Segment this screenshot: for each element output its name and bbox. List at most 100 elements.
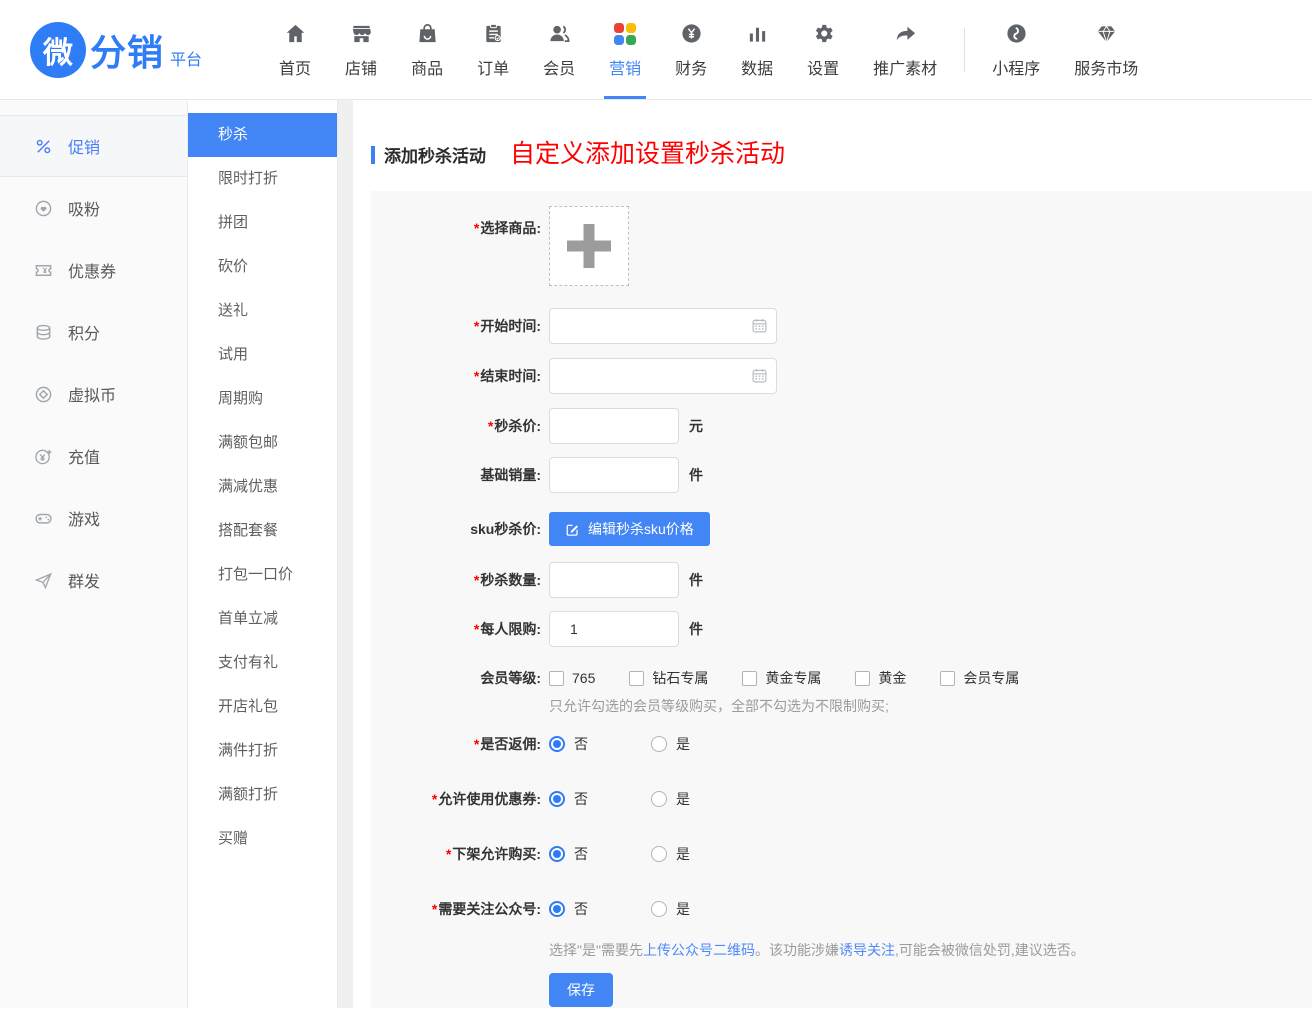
radio-option[interactable]: 是 xyxy=(651,734,690,754)
per-user-limit-input[interactable] xyxy=(549,611,679,647)
points-icon xyxy=(34,322,54,342)
nav-item-orders[interactable]: 订单 xyxy=(460,0,526,99)
sidebar-item-virtual-coin[interactable]: 虚拟币 xyxy=(0,363,187,425)
submenu-item[interactable]: 首单立减 xyxy=(188,597,337,641)
radio-option[interactable]: 否 xyxy=(549,899,588,919)
sidebar-item-game[interactable]: 游戏 xyxy=(0,487,187,549)
sidebar-item-fans[interactable]: 吸粉 xyxy=(0,177,187,239)
submenu-item[interactable]: 满减优惠 xyxy=(188,465,337,509)
checkbox-icon[interactable] xyxy=(855,671,870,686)
radio-option[interactable]: 是 xyxy=(651,844,690,864)
member-level-option[interactable]: 黄金专属 xyxy=(742,668,821,688)
submenu-item[interactable]: 试用 xyxy=(188,333,337,377)
brand-logo[interactable]: 微 分销 平台 xyxy=(30,22,202,78)
submenu-item[interactable]: 打包一口价 xyxy=(188,553,337,597)
edit-sku-price-button[interactable]: 编辑秒杀sku价格 xyxy=(549,512,710,546)
radio-icon[interactable] xyxy=(549,791,565,807)
radio-option[interactable]: 是 xyxy=(651,899,690,919)
seckill-qty-input[interactable] xyxy=(549,562,679,598)
submenu-item[interactable]: 开店礼包 xyxy=(188,685,337,729)
sku-field-label: sku秒杀价: xyxy=(371,519,541,539)
page-annotation: 自定义添加设置秒杀活动 xyxy=(510,142,785,167)
submenu-item[interactable]: 搭配套餐 xyxy=(188,509,337,553)
sidebar-item-points[interactable]: 积分 xyxy=(0,301,187,363)
checkbox-label: 黄金专属 xyxy=(765,668,821,688)
submenu-item[interactable]: 买赠 xyxy=(188,817,337,861)
nav-item-home[interactable]: 首页 xyxy=(262,0,328,99)
qr-hint-text: 选择"是"需要先 xyxy=(549,942,643,958)
radio-option[interactable]: 否 xyxy=(549,844,588,864)
form-row-per-user-limit: *每人限购: 件 xyxy=(371,611,1312,647)
checkbox-icon[interactable] xyxy=(629,671,644,686)
submenu-item[interactable]: 周期购 xyxy=(188,377,337,421)
end-time-input[interactable] xyxy=(549,358,777,394)
label-text: sku秒杀价: xyxy=(470,521,541,537)
select-product-upload[interactable] xyxy=(549,206,629,286)
submenu-item[interactable]: 砍价 xyxy=(188,245,337,289)
form-row-start-time: *开始时间: xyxy=(371,308,1312,344)
base-sales-input[interactable] xyxy=(549,457,679,493)
gamepad-icon xyxy=(34,508,54,528)
nav-item-data[interactable]: 数据 xyxy=(724,0,790,99)
start-time-input[interactable] xyxy=(549,308,777,344)
member-level-option[interactable]: 会员专属 xyxy=(940,668,1019,688)
radio-option[interactable]: 否 xyxy=(549,734,588,754)
submenu-item[interactable]: 秒杀 xyxy=(188,113,337,157)
radio-label: 否 xyxy=(574,789,588,809)
radio-icon[interactable] xyxy=(651,736,667,752)
nav-item-members[interactable]: 会员 xyxy=(526,0,592,99)
radio-icon[interactable] xyxy=(549,736,565,752)
member-level-option[interactable]: 765 xyxy=(549,670,595,686)
sidebar-item-broadcast[interactable]: 群发 xyxy=(0,549,187,611)
radio-icon[interactable] xyxy=(549,901,565,917)
nav-item-promo-material[interactable]: 推广素材 xyxy=(856,0,954,99)
submenu-item[interactable]: 满额打折 xyxy=(188,773,337,817)
seckill-price-input[interactable] xyxy=(549,408,679,444)
nav-item-marketing[interactable]: 营销 xyxy=(592,0,658,99)
submenu-item[interactable]: 送礼 xyxy=(188,289,337,333)
qr-hint-link[interactable]: 上传公众号二维码 xyxy=(643,942,755,958)
primary-sidebar: 促销吸粉优惠券积分虚拟币充值游戏群发 xyxy=(0,100,188,1008)
checkbox-icon[interactable] xyxy=(940,671,955,686)
nav-item-settings[interactable]: 设置 xyxy=(790,0,856,99)
top-header: 微 分销 平台 首页店铺商品订单会员营销财务数据设置推广素材小程序服务市场 xyxy=(0,0,1312,100)
radio-option[interactable]: 否 xyxy=(549,789,588,809)
save-button[interactable]: 保存 xyxy=(549,973,613,1007)
yen-circle-icon xyxy=(680,21,703,45)
form-row-end-time: *结束时间: xyxy=(371,358,1312,394)
sidebar-item-label: 游戏 xyxy=(68,506,100,530)
radio-icon[interactable] xyxy=(651,901,667,917)
radio-icon[interactable] xyxy=(549,846,565,862)
sidebar-item-recharge[interactable]: 充值 xyxy=(0,425,187,487)
sidebar-item-promotion[interactable]: 促销 xyxy=(0,115,187,177)
page-title: 添加秒杀活动 xyxy=(384,142,486,167)
submenu-item[interactable]: 支付有礼 xyxy=(188,641,337,685)
radio-icon[interactable] xyxy=(651,846,667,862)
checkbox-icon[interactable] xyxy=(742,671,757,686)
button-label: 编辑秒杀sku价格 xyxy=(588,519,694,539)
form-row-coupon: *允许使用优惠券:否是 xyxy=(371,789,1312,809)
member-level-option[interactable]: 黄金 xyxy=(855,668,906,688)
radio-option[interactable]: 是 xyxy=(651,789,690,809)
qr-hint-text: 。该功能涉嫌 xyxy=(755,942,839,958)
submenu-item[interactable]: 满件打折 xyxy=(188,729,337,773)
qr-hint-link[interactable]: 诱导关注 xyxy=(839,942,895,958)
radio-icon[interactable] xyxy=(651,791,667,807)
label-text: 基础销量: xyxy=(480,467,541,483)
sidebar-item-coupon[interactable]: 优惠券 xyxy=(0,239,187,301)
calendar-icon[interactable] xyxy=(751,367,768,384)
nav-item-finance[interactable]: 财务 xyxy=(658,0,724,99)
calendar-icon[interactable] xyxy=(751,317,768,334)
radio-label: 否 xyxy=(574,734,588,754)
submenu-item[interactable]: 限时打折 xyxy=(188,157,337,201)
required-marker: * xyxy=(474,318,479,334)
nav-item-service-market[interactable]: 服务市场 xyxy=(1057,0,1155,99)
member-level-option[interactable]: 钻石专属 xyxy=(629,668,708,688)
form-row-base-sales: 基础销量: 件 xyxy=(371,457,1312,493)
submenu-item[interactable]: 满额包邮 xyxy=(188,421,337,465)
submenu-item[interactable]: 拼团 xyxy=(188,201,337,245)
nav-item-goods[interactable]: 商品 xyxy=(394,0,460,99)
nav-item-shop[interactable]: 店铺 xyxy=(328,0,394,99)
nav-item-mini-program[interactable]: 小程序 xyxy=(975,0,1057,99)
checkbox-icon[interactable] xyxy=(549,671,564,686)
